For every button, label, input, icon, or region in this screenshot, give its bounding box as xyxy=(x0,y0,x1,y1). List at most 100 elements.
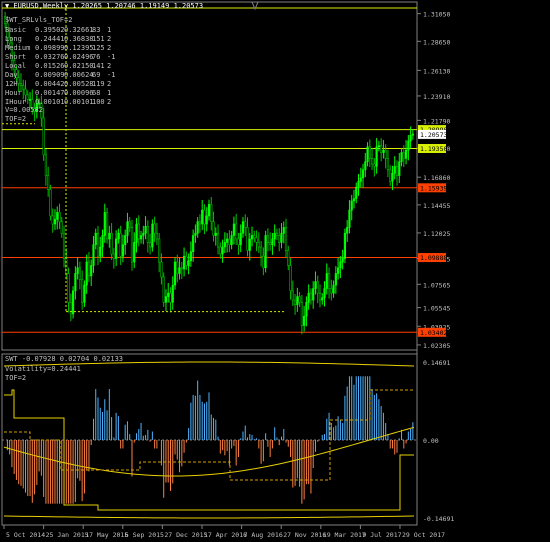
candle-body xyxy=(103,212,106,236)
stats-cell: 69 xyxy=(92,71,100,79)
time-label: 27 Nov 2016 xyxy=(283,531,326,539)
candle-body xyxy=(371,157,374,165)
candle-body xyxy=(235,223,238,240)
candle-body xyxy=(192,235,195,252)
candle-body xyxy=(85,261,88,286)
candle-body xyxy=(375,146,378,167)
candle-body xyxy=(343,232,347,259)
candle-body xyxy=(275,232,279,236)
candle-body xyxy=(151,223,154,248)
candle-body xyxy=(173,261,177,286)
stats-cell: 2 xyxy=(107,98,111,106)
stats-cell: 1 xyxy=(107,26,111,34)
candle-body xyxy=(171,284,174,303)
candle-body xyxy=(239,232,242,246)
stats-cell: 141 xyxy=(92,62,105,70)
candle-body xyxy=(404,149,408,159)
time-label: 7 Aug 2016 xyxy=(244,531,283,539)
candle-body xyxy=(17,77,20,84)
candle-body xyxy=(393,166,396,174)
candle-body xyxy=(58,212,61,222)
candle-body xyxy=(246,227,249,251)
stats-cell: 1 xyxy=(107,89,111,97)
price-label: 1.21790 xyxy=(423,117,450,125)
stats-v-line: V=0.00582 xyxy=(5,106,43,114)
stats-cell: Short xyxy=(5,53,26,61)
time-label: 17 Apr 2016 xyxy=(204,531,247,539)
chart-canvas[interactable]: ▼ EURUSD,Weekly 1.20265 1.20746 1.19149 … xyxy=(0,0,550,542)
price-label: 1.12025 xyxy=(423,230,450,238)
candle-body xyxy=(49,189,52,217)
stats-cell: 119 xyxy=(92,80,105,88)
candle-body xyxy=(19,83,23,86)
candle-body xyxy=(87,261,91,277)
stats-cell: 0.02150 xyxy=(64,62,94,70)
candle-body xyxy=(128,221,131,228)
candle-body xyxy=(255,237,258,243)
stats-cell: 0.00528 xyxy=(64,80,94,88)
stats-cell: 0.00101 xyxy=(64,98,94,106)
stats-cell: 2 xyxy=(107,62,111,70)
candle-body xyxy=(373,163,376,167)
stats-cell: 0.32661 xyxy=(64,26,94,34)
time-label: 25 Jan 2015 xyxy=(46,531,89,539)
candle-body xyxy=(99,246,102,257)
candle-body xyxy=(368,146,371,159)
candle-body xyxy=(402,152,405,159)
candle-body xyxy=(339,261,342,269)
candle-body xyxy=(226,238,229,243)
candle-body xyxy=(391,172,394,182)
candle-body xyxy=(260,246,263,257)
candle-body xyxy=(187,260,190,266)
candle-body xyxy=(51,215,54,225)
time-label: 19 Mar 2017 xyxy=(323,531,366,539)
candle-body xyxy=(386,157,390,171)
candle-body xyxy=(400,152,403,163)
indicator-axis-label: 0.00 xyxy=(423,437,439,445)
candle-body xyxy=(241,221,245,234)
candle-body xyxy=(337,267,340,274)
stats-cell: 12H xyxy=(5,80,18,88)
candle-body xyxy=(167,292,170,297)
candle-body xyxy=(284,227,288,251)
price-label: 1.02305 xyxy=(423,342,450,350)
candle-body xyxy=(280,232,283,243)
candle-body xyxy=(384,149,387,159)
candle-body xyxy=(262,255,265,269)
candle-body xyxy=(149,242,152,248)
candle-body xyxy=(269,242,272,246)
candle-body xyxy=(189,251,192,262)
candle-body xyxy=(74,273,77,292)
candle-body xyxy=(185,255,188,266)
candle-body xyxy=(223,242,226,248)
candle-body xyxy=(146,225,149,243)
candle-body xyxy=(153,223,156,234)
candle-body xyxy=(332,284,335,294)
candle-body xyxy=(119,232,122,257)
candle-body xyxy=(207,204,211,217)
candle-body xyxy=(42,117,45,156)
symbol-header: ▼ EURUSD,Weekly 1.20265 1.20746 1.19149 … xyxy=(5,2,203,10)
candle-body xyxy=(273,232,276,240)
indicator-axis-label: -0.14691 xyxy=(423,515,454,523)
candle-body xyxy=(126,221,129,236)
stats-tof-line: TOF=2 xyxy=(5,115,26,123)
candle-body xyxy=(139,235,143,240)
candle-body xyxy=(327,273,331,289)
stats-cell: -1 xyxy=(107,71,115,79)
candle-body xyxy=(348,209,351,228)
candle-body xyxy=(407,140,410,151)
stats-cell: 0.12395 xyxy=(64,44,94,52)
candle-body xyxy=(303,315,306,326)
candle-body xyxy=(257,242,260,248)
candle-body xyxy=(219,246,222,255)
candle-body xyxy=(169,292,172,303)
candle-body xyxy=(352,198,356,202)
price-highlight-label: 1.09888 xyxy=(420,254,447,262)
time-label: 17 May 2015 xyxy=(85,531,128,539)
volatility-label: Volatility=0.24441 xyxy=(5,365,81,373)
candle-body xyxy=(90,265,93,277)
candle-body xyxy=(232,223,236,236)
candle-body xyxy=(330,288,333,294)
candle-body xyxy=(160,261,163,278)
